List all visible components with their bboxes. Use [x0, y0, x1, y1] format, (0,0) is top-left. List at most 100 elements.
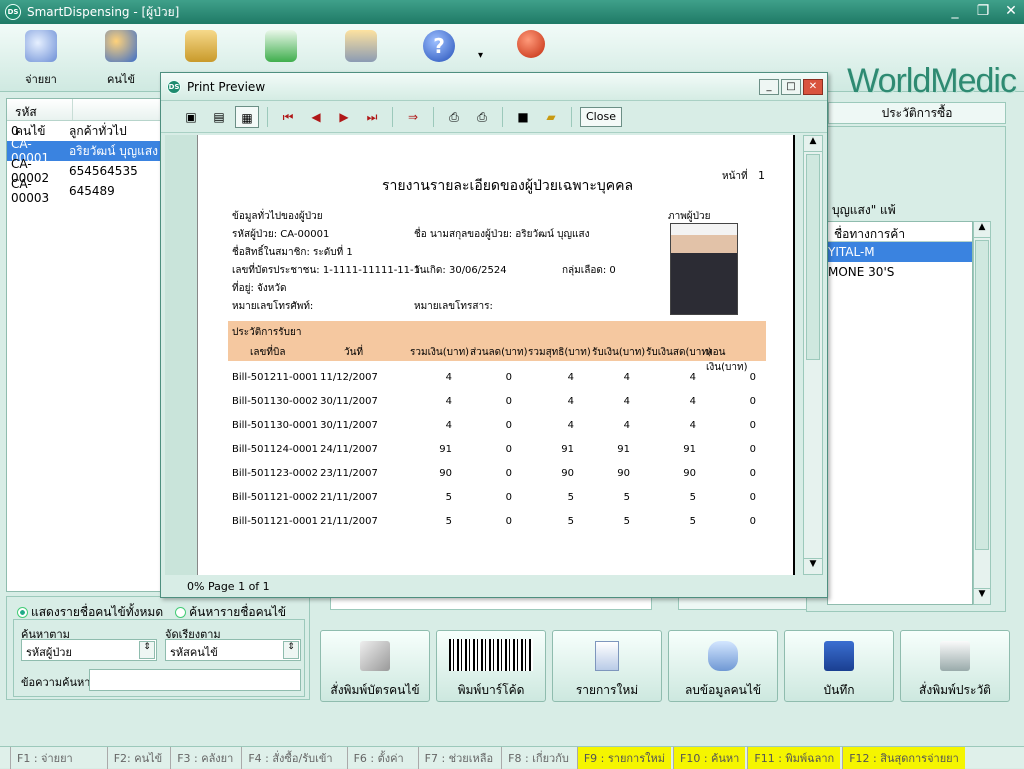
table-cell: 91 — [683, 443, 696, 455]
keyword-input[interactable] — [89, 669, 301, 691]
preview-scrollbar[interactable]: ▲ ▼ — [803, 135, 823, 575]
table-cell: 5 — [567, 491, 574, 503]
table-cell: 5 — [567, 515, 574, 527]
search-by-value: รหัสผู้ป่วย — [26, 646, 72, 659]
preview-close-x-button[interactable]: ✕ — [803, 79, 823, 95]
scroll-down-icon[interactable]: ▼ — [804, 558, 822, 574]
table-cell: 4 — [689, 419, 696, 431]
fkey-f11[interactable]: F11 : พิมพ์ฉลาก — [747, 746, 841, 769]
tab-purchase-history[interactable]: ประวัติการซื้อ — [828, 102, 1006, 124]
goto-page-icon[interactable]: ⇒ — [401, 106, 425, 128]
preview-maximize-button[interactable]: □ — [781, 79, 801, 95]
table-cell: 4 — [567, 419, 574, 431]
table-cell: 90 — [561, 467, 574, 479]
next-page-icon[interactable]: ▶ — [332, 106, 356, 128]
table-cell: Bill-501130-0001 — [232, 419, 319, 431]
table-cell: 0 — [505, 467, 512, 479]
full-page-icon[interactable]: ▦ — [235, 105, 259, 128]
prev-page-icon[interactable]: ◀ — [304, 106, 328, 128]
stock-icon — [185, 30, 217, 62]
toolbar-tools-button[interactable] — [326, 30, 396, 70]
table-cell: 24/11/2007 — [320, 443, 378, 455]
print-patient-card-button[interactable]: สั่งพิมพ์บัตรคนไข้ — [320, 630, 430, 702]
print-setup-icon[interactable]: ⎙ — [442, 106, 466, 128]
save-icon — [824, 641, 854, 671]
scroll-up-icon[interactable]: ▲ — [974, 222, 990, 238]
fkey-f1[interactable]: F1 : จ่ายยา — [10, 746, 79, 769]
save-report-icon[interactable]: ■ — [511, 106, 535, 128]
toolbar-help-button[interactable]: ? — [404, 30, 474, 70]
single-page-icon[interactable]: ▣ — [179, 106, 203, 128]
col-cash: รับเงินสด(บาท) — [646, 347, 712, 358]
page-width-icon[interactable]: ▤ — [207, 106, 231, 128]
delete-patient-button[interactable]: ลบข้อมูลคนไข้ — [668, 630, 778, 702]
id-card-field: เลขที่บัตรประชาชน: 1-1111-11111-11-1 — [232, 265, 420, 276]
fkey-f7[interactable]: F7 : ช่วยเหลือ — [417, 746, 499, 769]
toolbar-dispense-button[interactable]: จ่ายยา — [6, 30, 76, 88]
barcode-icon — [449, 639, 533, 671]
help-icon: ? — [423, 30, 455, 62]
print-barcode-button[interactable]: พิมพ์บาร์โค้ด — [436, 630, 546, 702]
allergy-group-caption: ณ์ บุญแสง" แพ้ — [817, 203, 896, 217]
scroll-down-icon[interactable]: ▼ — [974, 588, 990, 604]
new-record-button[interactable]: รายการใหม่ — [552, 630, 662, 702]
fax-field: หมายเลขโทรสาร: — [414, 301, 493, 312]
toolbar-patients-button[interactable]: คนไข้ — [86, 30, 156, 88]
save-button[interactable]: บันทึก — [784, 630, 894, 702]
transfer-icon — [265, 30, 297, 62]
history-header-band: ประวัติการรับยา เลขที่บิล วันที่ รวมเงิน… — [228, 321, 766, 373]
list-item[interactable]: MONE 30'S — [828, 262, 972, 282]
table-cell: 0 — [749, 491, 756, 503]
allergy-list-header[interactable]: ชื่อทางการค้า — [828, 222, 972, 242]
birth-date-field: วันเกิด: 30/06/2524 — [414, 265, 507, 276]
table-cell: Bill-501211-0001 — [232, 371, 319, 383]
function-key-bar: F1 : จ่ายยา F2: คนไข้ F3 : คลังยา F4 : ส… — [0, 746, 1024, 769]
fkey-f10[interactable]: F10 : ค้นหา — [673, 746, 746, 769]
fkey-f8[interactable]: F8 : เกี่ยวกับ — [501, 746, 575, 769]
search-by-select[interactable]: รหัสผู้ป่วย ⇕ — [21, 639, 157, 661]
table-cell: 91 — [439, 443, 452, 455]
print-card-icon — [360, 641, 390, 671]
print-patient-card-label: สั่งพิมพ์บัตรคนไข้ — [330, 683, 420, 697]
sort-by-select[interactable]: รหัสคนไข้ ⇕ — [165, 639, 301, 661]
restore-button[interactable]: ❐ — [974, 2, 992, 20]
help-dropdown-chevron-icon[interactable]: ▾ — [478, 50, 483, 61]
radio-search[interactable] — [175, 607, 187, 618]
scroll-thumb[interactable] — [975, 240, 989, 550]
column-header-patient-code[interactable]: รหัสคนไข้ — [7, 99, 73, 138]
minimize-button[interactable]: _ — [946, 2, 964, 20]
table-cell: Bill-501123-0002 — [232, 467, 319, 479]
preview-minimize-button[interactable]: _ — [759, 79, 779, 95]
fkey-f4[interactable]: F4 : สั่งซื้อ/รับเข้า — [241, 746, 338, 769]
preview-close-button[interactable]: Close — [580, 106, 622, 127]
fkey-f3[interactable]: F3 : คลังยา — [170, 746, 239, 769]
close-button[interactable]: ✕ — [1002, 2, 1020, 20]
toolbar-stock-button[interactable] — [166, 30, 236, 70]
list-item-selected[interactable]: YITAL-M — [828, 242, 972, 262]
new-document-icon — [595, 641, 619, 671]
col-received: รับเงิน(บาท) — [592, 347, 646, 358]
allergy-scrollbar[interactable]: ▲ ▼ — [973, 221, 991, 605]
table-cell: 4 — [445, 419, 452, 431]
scroll-thumb[interactable] — [806, 154, 820, 360]
blood-group-field: กลุ่มเลือด: 0 — [562, 265, 616, 276]
scroll-up-icon[interactable]: ▲ — [804, 136, 822, 152]
chevron-updown-icon[interactable]: ⇕ — [139, 641, 155, 659]
print-history-button[interactable]: สั่งพิมพ์ประวัติ — [900, 630, 1010, 702]
fkey-f12[interactable]: F12 : สินสุดการจ่ายยา — [842, 746, 965, 769]
first-page-icon[interactable]: ⏮ — [276, 106, 300, 128]
delete-patient-label: ลบข้อมูลคนไข้ — [684, 683, 762, 697]
fkey-f9[interactable]: F9 : รายการใหม่ — [576, 746, 672, 769]
open-folder-icon[interactable]: ▰ — [539, 106, 563, 128]
toolbar-transfer-button[interactable] — [246, 30, 316, 70]
last-page-icon[interactable]: ⏭ — [360, 106, 384, 128]
toolbar-power-button[interactable] — [496, 30, 566, 66]
fkey-f2[interactable]: F2: คนไข้ — [106, 746, 168, 769]
chevron-updown-icon[interactable]: ⇕ — [283, 641, 299, 659]
radio-show-all[interactable] — [17, 607, 28, 618]
allergy-list: ชื่อทางการค้า YITAL-M MONE 30'S — [827, 221, 973, 605]
report-page: หน้าที่ 1 รายงานรายละเอียดของผู้ป่วยเฉพา… — [197, 135, 795, 575]
fkey-f6[interactable]: F6 : ตั้งค่า — [346, 746, 410, 769]
print-icon[interactable]: ⎙ — [470, 106, 494, 128]
table-cell: 5 — [445, 491, 452, 503]
